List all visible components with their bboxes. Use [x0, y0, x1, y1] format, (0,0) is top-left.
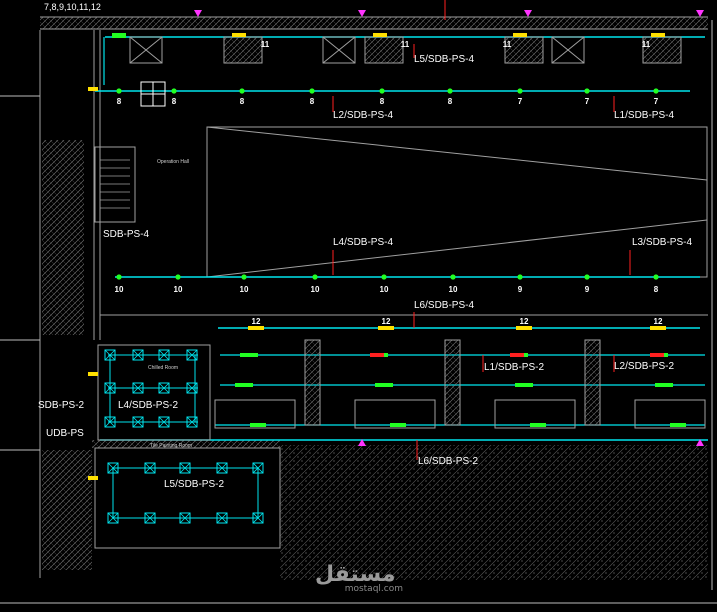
- circuit-number-row1: 11: [400, 40, 410, 49]
- circuit-number-row3: 8: [653, 285, 659, 294]
- light-fixture-row3[interactable]: [653, 274, 659, 280]
- circuit-label-l5-top[interactable]: L5/SDB-PS-4: [414, 55, 474, 65]
- strip-light[interactable]: [515, 383, 533, 387]
- emergency-light[interactable]: [650, 353, 664, 357]
- circuit-number-row2: 8: [116, 97, 122, 106]
- distribution-panel[interactable]: [88, 476, 98, 480]
- level-marker: [194, 10, 202, 17]
- circuit-label-l4-lower[interactable]: L4/SDB-PS-2: [118, 401, 178, 411]
- light-fixture-row2[interactable]: [517, 88, 523, 94]
- circuit-label-l2-lower[interactable]: L2/SDB-PS-2: [614, 362, 674, 372]
- strip-light[interactable]: [240, 353, 258, 357]
- circuit-number-row3: 10: [114, 285, 124, 294]
- header-circuit-list: 7,8,9,10,11,12: [44, 2, 101, 12]
- left-wall-hatch: [42, 140, 84, 335]
- staircase: [94, 146, 136, 223]
- level-marker: [358, 10, 366, 17]
- emergency-light[interactable]: [370, 353, 384, 357]
- light-fixture-row4[interactable]: [516, 326, 532, 330]
- distribution-panel[interactable]: [88, 87, 98, 91]
- strip-light[interactable]: [530, 423, 546, 427]
- circuit-label-l6-lower[interactable]: L6/SDB-PS-2: [418, 457, 478, 467]
- light-fixture-row4[interactable]: [378, 326, 394, 330]
- cad-drawing-canvas[interactable]: [0, 0, 717, 612]
- strip-light[interactable]: [250, 423, 266, 427]
- light-fixture-row4[interactable]: [248, 326, 264, 330]
- strip-light[interactable]: [375, 383, 393, 387]
- circuit-number-row2: 8: [309, 97, 315, 106]
- circuit-number-row4: 12: [653, 317, 663, 326]
- panel-label-sdb-ps-4[interactable]: SDB-PS-4: [103, 230, 149, 240]
- light-fixture-row2[interactable]: [584, 88, 590, 94]
- light-fixture-row2[interactable]: [653, 88, 659, 94]
- circuit-number-row3: 10: [310, 285, 320, 294]
- circuit-label-l4-mid[interactable]: L4/SDB-PS-4: [333, 238, 393, 248]
- circuit-number-row4: 12: [251, 317, 261, 326]
- bottom-floor-hatch: [280, 445, 708, 580]
- panel-label-sdb-ps-2[interactable]: SDB-PS-2: [38, 401, 84, 411]
- light-fixture-row4[interactable]: [650, 326, 666, 330]
- circuit-number-row3: 10: [448, 285, 458, 294]
- operation-hall-outline: [206, 126, 708, 278]
- circuit-number-row2: 8: [171, 97, 177, 106]
- circuit-number-row1: 11: [641, 40, 651, 49]
- light-fixture-row3[interactable]: [175, 274, 181, 280]
- light-fixture-row3[interactable]: [381, 274, 387, 280]
- room-label-tile-room: Tile Painting Room: [150, 443, 193, 449]
- circuit-label-l2-top[interactable]: L2/SDB-PS-4: [333, 111, 393, 121]
- light-fixture-row3[interactable]: [584, 274, 590, 280]
- circuit-label-l1-top[interactable]: L1/SDB-PS-4: [614, 111, 674, 121]
- top-wall-hatch: [40, 17, 708, 29]
- circuit-label-l1-lower[interactable]: L1/SDB-PS-2: [484, 363, 544, 373]
- circuit-label-l6-mid[interactable]: L6/SDB-PS-4: [414, 301, 474, 311]
- light-fixture-row3[interactable]: [517, 274, 523, 280]
- strip-light[interactable]: [670, 423, 686, 427]
- circuit-number-row4: 12: [381, 317, 391, 326]
- circuit-number-row2: 7: [653, 97, 659, 106]
- strip-light[interactable]: [390, 423, 406, 427]
- room-label-cold-room: Chilled Room: [148, 365, 179, 371]
- level-marker: [696, 10, 704, 17]
- light-fixture-row2[interactable]: [239, 88, 245, 94]
- circuit-label-l5-lower[interactable]: L5/SDB-PS-2: [164, 480, 224, 490]
- circuit-number-row3: 9: [584, 285, 590, 294]
- light-fixture-row2[interactable]: [309, 88, 315, 94]
- panel-label-udb-ps[interactable]: UDB-PS: [46, 429, 84, 439]
- circuit-number-row1: 11: [502, 40, 512, 49]
- circuit-number-row3: 9: [517, 285, 523, 294]
- light-fixture-row3[interactable]: [312, 274, 318, 280]
- circuit-number-row1: 11: [260, 40, 270, 49]
- light-fixture-row2[interactable]: [171, 88, 177, 94]
- circuit-number-row2: 8: [447, 97, 453, 106]
- circuit-number-row3: 10: [379, 285, 389, 294]
- circuit-number-row3: 10: [173, 285, 183, 294]
- circuit-number-row2: 7: [517, 97, 523, 106]
- circuit-number-row2: 8: [379, 97, 385, 106]
- light-fixture-row3[interactable]: [116, 274, 122, 280]
- light-fixture-row2[interactable]: [116, 88, 122, 94]
- strip-light[interactable]: [655, 383, 673, 387]
- circuit-number-row4: 12: [519, 317, 529, 326]
- circuit-number-row2: 7: [584, 97, 590, 106]
- circuit-number-row2: 8: [239, 97, 245, 106]
- circuit-number-row3: 10: [239, 285, 249, 294]
- watermark-url: mostaql.com: [344, 584, 403, 594]
- light-fixture-row2[interactable]: [447, 88, 453, 94]
- light-fixture-row3[interactable]: [450, 274, 456, 280]
- distribution-panel[interactable]: [88, 372, 98, 376]
- room-label-operation-hall: Operation Hall: [157, 159, 189, 165]
- emergency-light[interactable]: [510, 353, 524, 357]
- circuit-label-l3-mid[interactable]: L3/SDB-PS-4: [632, 238, 692, 248]
- strip-light[interactable]: [235, 383, 253, 387]
- light-fixture-row3[interactable]: [241, 274, 247, 280]
- level-marker: [524, 10, 532, 17]
- light-fixture-row2[interactable]: [379, 88, 385, 94]
